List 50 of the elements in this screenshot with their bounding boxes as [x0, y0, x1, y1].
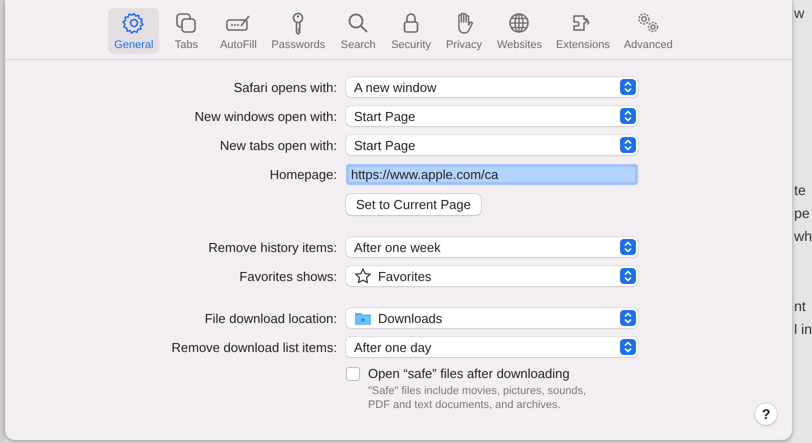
- background-text: pe: [794, 204, 811, 223]
- setting-label: Homepage:: [268, 167, 337, 182]
- help-button[interactable]: ?: [755, 403, 778, 425]
- toolbar-tab[interactable]: Tabs: [161, 8, 212, 54]
- setting-label: File download location:: [204, 310, 337, 326]
- stepper-icon: [620, 108, 636, 124]
- search-icon: [346, 11, 370, 35]
- tabs-icon: [174, 11, 198, 35]
- stepper-icon: [620, 268, 636, 284]
- setting-label: Safari opens with:: [232, 80, 337, 94]
- stepper-icon: [620, 339, 636, 355]
- popup-menu[interactable]: Start Page: [346, 135, 638, 155]
- popup-menu[interactable]: After one week: [346, 237, 638, 257]
- checkbox-label[interactable]: Open “safe” files after downloading: [368, 366, 570, 381]
- toolbar-tab[interactable]: Privacy: [438, 8, 489, 54]
- star-icon: [354, 268, 372, 284]
- setting-label: Remove download list items:: [170, 340, 337, 354]
- stepper-icon: [620, 310, 636, 326]
- popup-menu[interactable]: Start Page: [346, 106, 638, 126]
- stepper-icon: [620, 79, 636, 95]
- setting-label: New windows open with:: [194, 108, 337, 124]
- folder-icon: [354, 310, 372, 326]
- set-current-page-button[interactable]: Set to Current Page: [346, 194, 481, 215]
- popup-menu[interactable]: Downloads: [346, 308, 638, 328]
- toolbar-tab[interactable]: AutoFill: [213, 8, 264, 54]
- checkbox[interactable]: [346, 366, 360, 380]
- hint-text: "Safe" files include movies, pictures, sounds, PDF and text documents, and archives.: [366, 384, 588, 412]
- popup-menu[interactable]: Favorites: [346, 266, 638, 286]
- popup-menu[interactable]: A new window: [346, 77, 638, 97]
- toolbar-tab[interactable]: Websites: [490, 8, 548, 54]
- toolbar-tab[interactable]: Passwords: [265, 8, 332, 54]
- background-text: te: [794, 181, 807, 200]
- setting-label: New tabs open with:: [218, 138, 337, 152]
- background-text: nt: [794, 297, 807, 316]
- toolbar-tab[interactable]: Search: [333, 8, 384, 54]
- toolbar-tab[interactable]: Security: [385, 8, 437, 54]
- stepper-icon: [620, 239, 636, 255]
- popup-menu[interactable]: After one day: [346, 337, 638, 357]
- setting-label: Remove history items:: [207, 240, 337, 254]
- gear-icon: [122, 11, 146, 35]
- background-text: w: [794, 4, 806, 23]
- setting-label: Favorites shows:: [238, 268, 337, 284]
- toolbar-tab[interactable]: Extensions: [550, 8, 616, 54]
- toolbar-tab[interactable]: Advanced: [618, 8, 679, 54]
- stepper-icon: [620, 137, 636, 153]
- background-text: wh: [794, 227, 812, 246]
- gears-icon: [636, 11, 660, 35]
- globe-icon: [507, 11, 532, 35]
- background-text: l in: [794, 320, 812, 339]
- homepage-field[interactable]: https://www.apple.com/ca: [346, 164, 638, 185]
